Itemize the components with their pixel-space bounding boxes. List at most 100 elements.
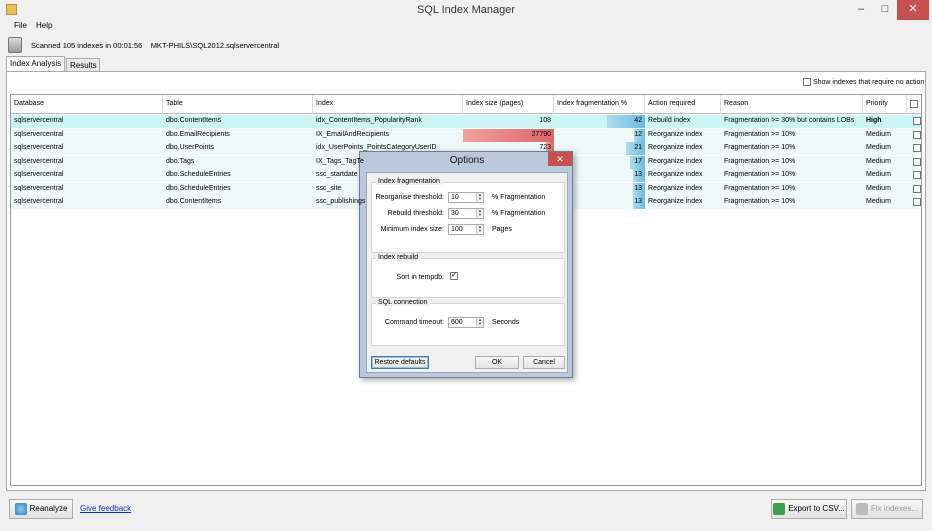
col-index[interactable]: Index [313, 95, 463, 114]
cell-action: Reorganize index [648, 144, 703, 151]
rebuild-threshold-label: Rebuild threshold: [387, 210, 444, 217]
cell-reason: Fragmentation >= 10% [724, 144, 796, 151]
spin-arrows-icon[interactable]: ▲ ▼ [476, 225, 483, 234]
grid-header: Database Table Index Index size (pages) … [11, 95, 921, 114]
cell-select[interactable] [910, 196, 921, 209]
restore-defaults-button[interactable]: Restore defaults [371, 356, 429, 369]
cell-index: IX_EmailAndRecipients [316, 130, 390, 138]
reorganise-threshold-input[interactable]: 10 ▲ ▼ [448, 192, 484, 203]
command-timeout-unit: Seconds [492, 319, 520, 326]
cell-priority: Medium [866, 157, 891, 165]
cell-action: Rebuild index [648, 117, 691, 124]
cell-fragmentation: 42 [554, 115, 645, 128]
min-index-size-input[interactable]: 100 ▲ ▼ [448, 224, 484, 235]
show-no-action-filter[interactable]: Show indexes that require no action [803, 78, 924, 86]
cell-priority: High [866, 117, 882, 124]
export-csv-button[interactable]: Export to CSV... [771, 499, 847, 519]
col-database[interactable]: Database [11, 95, 163, 114]
cell-table: dbo.EmailRecipients [166, 130, 230, 138]
show-no-action-label: Show indexes that require no action [812, 78, 925, 86]
col-reason[interactable]: Reason [721, 95, 863, 114]
rebuild-threshold-input[interactable]: 30 ▲ ▼ [448, 208, 484, 219]
command-timeout-label: Command timeout: [384, 319, 444, 326]
cancel-button[interactable]: Cancel [523, 356, 565, 369]
cell-reason: Fragmentation >= 10% [724, 157, 796, 165]
fix-indexes-button[interactable]: Fix indexes... [851, 499, 923, 519]
give-feedback-link[interactable]: Give feedback [80, 504, 131, 513]
cell-action: Reorganize index [648, 198, 703, 205]
cell-action: Reorganize index [648, 130, 703, 138]
row-checkbox[interactable] [913, 171, 921, 179]
refresh-icon [14, 502, 27, 515]
cell-fragmentation: 12 [554, 128, 645, 142]
cell-select[interactable] [910, 169, 921, 182]
rebuild-group-title: Index rebuild [376, 254, 421, 261]
cell-database: sqlservercentral [14, 157, 64, 165]
dialog-close-button[interactable]: ✕ [548, 152, 572, 166]
cell-database: sqlservercentral [14, 144, 64, 151]
server-name: MKT-PHILS\SQL2012.sqlservercentral [150, 41, 280, 50]
cell-database: sqlservercentral [14, 184, 64, 192]
sort-tempdb-label: Sort in tempdb: [396, 274, 444, 281]
row-checkbox[interactable] [913, 157, 921, 166]
col-priority[interactable]: Priority [863, 95, 907, 114]
reorganise-threshold-label: Reorganise threshold: [375, 194, 445, 201]
cell-reason: Fragmentation >= 10% [724, 171, 796, 178]
export-icon [773, 502, 786, 515]
reanalyze-button[interactable]: Reanalyze [9, 499, 73, 519]
cell-select[interactable] [910, 183, 921, 196]
tab-index-analysis[interactable]: Index Analysis [6, 56, 65, 72]
ok-button[interactable]: OK [475, 356, 519, 369]
row-checkbox[interactable] [913, 184, 921, 193]
cell-index-size: 27790 [463, 128, 554, 142]
spin-arrows-icon[interactable]: ▲ ▼ [476, 209, 483, 218]
fix-icon [855, 502, 868, 515]
tab-results[interactable]: Results [66, 58, 100, 71]
sort-tempdb-checkbox[interactable] [450, 270, 458, 280]
col-action[interactable]: Action required [645, 95, 721, 114]
col-select-all[interactable] [907, 95, 921, 114]
cell-table: dbo.ContentItems [166, 198, 222, 205]
row-checkbox[interactable] [913, 198, 921, 206]
cell-index: idx_ContentItems_PopularityRank [316, 117, 422, 124]
menu-file[interactable]: File [14, 21, 27, 30]
cell-reason: Fragmentation >= 10% [724, 198, 796, 205]
col-table[interactable]: Table [163, 95, 313, 114]
window-title: SQL Index Manager [416, 4, 516, 16]
cell-select[interactable] [910, 156, 921, 169]
cell-action: Reorganize index [648, 171, 703, 178]
col-index-size[interactable]: Index size (pages) [463, 95, 554, 114]
cell-action: Reorganize index [648, 157, 703, 165]
min-index-size-unit: Pages [492, 226, 512, 233]
show-no-action-checkbox[interactable] [803, 78, 811, 86]
row-checkbox[interactable] [913, 144, 921, 152]
rebuild-unit: % Fragmentation [492, 210, 546, 217]
menu-help[interactable]: Help [36, 21, 52, 30]
command-timeout-input[interactable]: 600 ▲ ▼ [448, 317, 484, 328]
fragmentation-group: Index fragmentation Reorganise threshold… [371, 178, 565, 253]
col-fragmentation[interactable]: Index fragmentation % [554, 95, 645, 114]
cell-action: Reorganize index [648, 184, 703, 192]
row-checkbox[interactable] [913, 130, 921, 139]
dialog-body: Index fragmentation Reorganise threshold… [366, 172, 568, 373]
cell-table: dbo.ContentItems [166, 117, 222, 124]
cell-select[interactable] [910, 115, 921, 128]
table-row[interactable]: sqlservercentral dbo.EmailRecipients IX_Em… [11, 128, 921, 142]
spin-arrows-icon[interactable]: ▲ ▼ [476, 193, 483, 202]
bottom-bar: Reanalyze Give feedback Export to CSV...… [0, 496, 932, 531]
select-all-checkbox[interactable] [910, 100, 918, 108]
cell-database: sqlservercentral [14, 198, 64, 205]
table-row[interactable]: sqlservercentral dbo.ContentItems idx_Cont… [11, 115, 921, 128]
cell-priority: Medium [866, 130, 891, 138]
min-index-size-label: Minimum index size: [380, 226, 444, 233]
maximize-button[interactable]: □ [871, 0, 899, 20]
cell-select[interactable] [910, 129, 921, 142]
cell-select[interactable] [910, 142, 921, 155]
cell-database: sqlservercentral [14, 130, 64, 138]
row-checkbox[interactable] [913, 117, 921, 125]
rebuild-group: Index rebuild Sort in tempdb: [371, 254, 565, 298]
cell-table: dbo.ScheduleEntries [166, 184, 231, 192]
cell-database: sqlservercentral [14, 117, 64, 124]
close-button[interactable]: ✕ [897, 0, 929, 20]
spin-arrows-icon[interactable]: ▲ ▼ [476, 318, 483, 327]
